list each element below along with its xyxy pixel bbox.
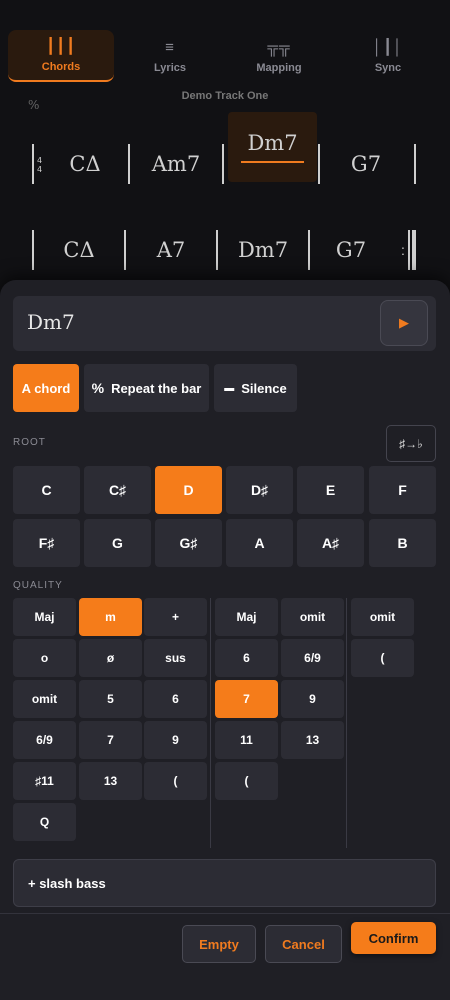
quality-button[interactable]: ( <box>215 762 278 800</box>
quality-button[interactable]: Maj <box>215 598 278 636</box>
accidental-toggle-button[interactable]: ♯→♭ <box>386 425 436 462</box>
root-button[interactable]: A <box>226 519 293 567</box>
root-button[interactable]: F <box>369 466 436 514</box>
barline <box>414 144 416 184</box>
sharp-to-flat-icon: ♯→♭ <box>399 436 423 451</box>
barline <box>222 144 224 184</box>
quality-button[interactable]: sus <box>144 639 207 677</box>
quality-button[interactable]: 9 <box>281 680 344 718</box>
quality-button[interactable]: 13 <box>79 762 142 800</box>
song-title: Demo Track One <box>181 90 269 102</box>
quality-button[interactable]: omit <box>281 598 344 636</box>
chords-icon: ┃┃┃ <box>45 38 77 55</box>
mode-repeat-button[interactable]: % Repeat the bar <box>84 364 209 412</box>
quality-button[interactable]: 7 <box>215 680 278 718</box>
tab-label: Lyrics <box>153 61 186 74</box>
lyrics-icon: ≡ <box>165 38 175 56</box>
root-button[interactable]: E <box>297 466 364 514</box>
quality-button[interactable]: + <box>144 598 207 636</box>
quality-button[interactable]: 13 <box>281 721 344 759</box>
repeat-end-dots: : <box>401 242 405 258</box>
column-divider <box>210 598 211 848</box>
quality-button[interactable]: o <box>13 639 76 677</box>
tab-lyrics[interactable]: ≡ Lyrics <box>117 30 223 82</box>
mode-chord-button[interactable]: A chord <box>13 364 79 412</box>
chord-cell-selected[interactable]: Dm7 <box>228 112 317 182</box>
barline <box>408 230 410 270</box>
mapping-icon: ╦╦ <box>267 38 291 56</box>
root-button[interactable]: B <box>369 519 436 567</box>
chord-cell[interactable]: CΔ <box>42 134 128 194</box>
root-button[interactable]: D <box>155 466 222 514</box>
chord-editor-panel: Dm7 ▶ A chord % Repeat the bar ▬ Silence… <box>0 280 450 1000</box>
quality-button[interactable]: 6 <box>215 639 278 677</box>
chord-cell[interactable]: Dm7 <box>218 220 308 280</box>
slash-bass-button[interactable]: + slash bass <box>13 859 436 907</box>
top-tab-bar: ┃┃┃ Chords ≡ Lyrics ╦╦ Mapping │┃│ Sync <box>0 0 450 88</box>
root-button[interactable]: C <box>13 466 80 514</box>
quality-button[interactable]: ø <box>79 639 142 677</box>
sync-icon: │┃│ <box>372 39 404 56</box>
chord-row-2: CΔ A7 Dm7 G7 : <box>0 220 450 280</box>
chord-row-1: 44 CΔ Am7 Dm7 G7 <box>0 112 450 194</box>
root-button[interactable]: D♯ <box>226 466 293 514</box>
divider <box>0 913 450 914</box>
repeat-mark: % <box>28 98 40 112</box>
quality-button[interactable]: omit <box>13 680 76 718</box>
tab-mapping[interactable]: ╦╦ Mapping <box>226 30 332 82</box>
quality-button[interactable]: Maj <box>13 598 76 636</box>
chord-cell[interactable]: G7 <box>310 220 392 280</box>
final-barline <box>412 230 416 270</box>
quality-button[interactable]: ( <box>351 639 414 677</box>
quality-button[interactable]: 11 <box>215 721 278 759</box>
tab-label: Mapping <box>256 61 302 74</box>
tab-label: Chords <box>41 61 81 73</box>
column-divider <box>346 598 347 848</box>
chord-cell[interactable]: G7 <box>320 134 412 194</box>
quality-button[interactable]: 6/9 <box>281 639 344 677</box>
tab-chords[interactable]: ┃┃┃ Chords <box>8 30 114 82</box>
tab-label: Sync <box>374 62 402 74</box>
root-button[interactable]: G♯ <box>155 519 222 567</box>
percent-icon: % <box>91 380 105 396</box>
chord-cell[interactable]: A7 <box>126 220 216 280</box>
rest-icon: ▬ <box>224 382 235 394</box>
quality-button[interactable]: ( <box>144 762 207 800</box>
cancel-button[interactable]: Cancel <box>265 925 342 963</box>
chord-cell[interactable]: Am7 <box>130 134 222 194</box>
quality-button[interactable]: m <box>79 598 142 636</box>
chord-display: Dm7 ▶ <box>13 296 436 351</box>
quality-button[interactable]: 5 <box>79 680 142 718</box>
quality-button[interactable]: ♯11 <box>13 762 76 800</box>
root-label: ROOT <box>13 437 46 448</box>
empty-button[interactable]: Empty <box>182 925 256 963</box>
confirm-button[interactable]: Confirm <box>351 922 436 954</box>
chord-cell[interactable]: CΔ <box>34 220 124 280</box>
quality-button[interactable]: 6 <box>144 680 207 718</box>
quality-button[interactable]: omit <box>351 598 414 636</box>
quality-button[interactable]: 6/9 <box>13 721 76 759</box>
root-button[interactable]: G <box>84 519 151 567</box>
root-button[interactable]: C♯ <box>84 466 151 514</box>
play-button[interactable]: ▶ <box>380 300 428 346</box>
mode-silence-button[interactable]: ▬ Silence <box>214 364 297 412</box>
current-chord: Dm7 <box>27 310 75 334</box>
quality-button[interactable]: 9 <box>144 721 207 759</box>
barline <box>32 144 34 184</box>
quality-label: QUALITY <box>13 580 63 591</box>
root-button[interactable]: F♯ <box>13 519 80 567</box>
quality-button[interactable]: Q <box>13 803 76 841</box>
tab-sync[interactable]: │┃│ Sync <box>335 30 441 82</box>
play-icon: ▶ <box>399 315 409 330</box>
quality-button[interactable]: 7 <box>79 721 142 759</box>
root-button[interactable]: A♯ <box>297 519 364 567</box>
